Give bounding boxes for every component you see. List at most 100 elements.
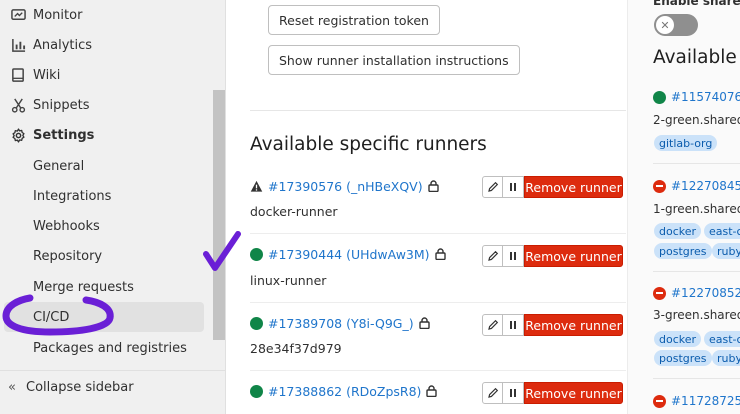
runner-tag: gitlab-org (654, 135, 718, 151)
online-status-icon (653, 90, 666, 104)
pause-runner-button[interactable] (503, 382, 524, 404)
pause-runner-button[interactable] (503, 176, 524, 198)
specific-runners-heading: Available specific runners (250, 134, 487, 155)
pencil-icon (487, 250, 498, 261)
sidebar-item-label: Packages and registries (33, 340, 187, 356)
lock-icon (434, 248, 446, 260)
sidebar-item-label: Monitor (33, 7, 83, 23)
sidebar-item-label: Analytics (33, 37, 93, 53)
sidebar-scrollbar[interactable] (213, 90, 225, 340)
collapse-sidebar-button[interactable]: « Collapse sidebar (0, 370, 226, 404)
row-divider (653, 163, 740, 164)
pause-icon (510, 321, 516, 329)
remove-runner-button[interactable]: Remove runner (524, 245, 623, 267)
runner-title: #17388862 (RDoZpsR8) (250, 382, 438, 400)
runner-description: linux-runner (250, 273, 327, 288)
edit-runner-button[interactable] (482, 314, 503, 336)
runner-description: 28e34f37d979 (250, 341, 342, 356)
shared-runner-id-link[interactable]: #12270852 ( (671, 286, 740, 300)
shared-runner-id-link[interactable]: #12270845 ( (671, 179, 740, 193)
sidebar-item-label: Settings (33, 127, 95, 143)
sidebar-item-label: General (33, 158, 85, 174)
pause-icon (510, 252, 516, 260)
runner-title: #17390576 (_nHBeXQV) (250, 177, 439, 195)
runner-tag: ruby (712, 243, 740, 259)
shared-runner-description: 3-green.shared. (653, 308, 740, 322)
show-runner-installation-instructions-button[interactable]: Show runner installation instructions (268, 45, 520, 75)
sidebar-item-general[interactable]: General (0, 151, 212, 181)
row-divider (653, 271, 740, 272)
shared-runner-id-link[interactable]: #11574076 ( (671, 90, 740, 104)
enable-shared-runners-label: Enable shared r (653, 0, 740, 8)
sidebar-item-merge-requests[interactable]: Merge requests (0, 272, 212, 302)
pencil-icon (487, 387, 498, 398)
shared-runner-title: #12270852 ( (653, 285, 740, 301)
sidebar-item-webhooks[interactable]: Webhooks (0, 211, 212, 241)
sidebar-item-ci-cd[interactable]: CI/CD (4, 302, 204, 332)
row-divider (250, 233, 626, 234)
paused-status-icon (653, 394, 666, 408)
gear-icon (10, 127, 26, 143)
sidebar-item-label: Merge requests (33, 279, 134, 295)
runner-description: docker-runner (250, 204, 338, 219)
collapse-sidebar-label: Collapse sidebar (26, 380, 134, 395)
lock-icon (418, 317, 430, 329)
shared-runner-description: 1-green.shared. (653, 202, 740, 216)
online-status-icon (250, 384, 263, 398)
sidebar-item-analytics[interactable]: Analytics (0, 30, 212, 60)
enable-shared-runners-toggle[interactable]: ✕ (654, 14, 698, 36)
row-divider (250, 370, 626, 371)
sidebar-item-integrations[interactable]: Integrations (0, 181, 212, 211)
shared-runner-id-link[interactable]: #11728725 ( (671, 394, 740, 408)
runner-tag: ruby (712, 350, 740, 366)
runner-actions: Remove runner (482, 245, 623, 267)
pause-icon (510, 183, 516, 191)
online-status-icon (250, 316, 263, 330)
runner-tag: docker (654, 223, 702, 239)
shared-runner-title: #11728725 ( (653, 393, 740, 409)
remove-runner-button[interactable]: Remove runner (524, 176, 623, 198)
chart-icon (10, 37, 26, 53)
edit-runner-button[interactable] (482, 176, 503, 198)
paused-status-icon (653, 179, 666, 193)
sidebar: Monitor Analytics Wiki Snippets Settings… (0, 0, 226, 414)
sidebar-item-settings[interactable]: Settings (0, 120, 212, 150)
runner-tag: east-c (704, 223, 740, 239)
runner-title: #17390444 (UHdwAw3M) (250, 245, 446, 263)
runner-actions: Remove runner (482, 382, 623, 404)
runner-id-link[interactable]: #17389708 (Y8i-Q9G_) (268, 316, 414, 331)
remove-runner-button[interactable]: Remove runner (524, 314, 623, 336)
row-divider (653, 378, 740, 379)
runner-actions: Remove runner (482, 314, 623, 336)
pause-icon (510, 389, 516, 397)
sidebar-item-snippets[interactable]: Snippets (0, 90, 212, 120)
row-divider (250, 302, 626, 303)
sidebar-item-packages-and-registries[interactable]: Packages and registries (0, 333, 212, 363)
scissors-icon (10, 97, 26, 113)
sidebar-item-label: Webhooks (33, 218, 100, 234)
shared-runner-description: 2-green.shared- (653, 113, 740, 127)
sidebar-item-monitor[interactable]: Monitor (0, 0, 212, 30)
remove-runner-button[interactable]: Remove runner (524, 382, 623, 404)
runner-title: #17389708 (Y8i-Q9G_) (250, 314, 430, 332)
sidebar-item-repository[interactable]: Repository (0, 241, 212, 271)
reset-registration-token-button[interactable]: Reset registration token (268, 5, 440, 35)
runner-tag: postgres (654, 350, 712, 366)
pencil-icon (487, 181, 498, 192)
online-status-icon (250, 247, 263, 261)
edit-runner-button[interactable] (482, 382, 503, 404)
runner-id-link[interactable]: #17388862 (RDoZpsR8) (268, 384, 421, 399)
shared-runner-title: #11574076 ( (653, 89, 740, 105)
runner-id-link[interactable]: #17390576 (_nHBeXQV) (268, 179, 423, 194)
sidebar-item-label: Snippets (33, 97, 90, 113)
runner-id-link[interactable]: #17390444 (UHdwAw3M) (268, 247, 430, 262)
pause-runner-button[interactable] (503, 245, 524, 267)
lock-icon (426, 385, 438, 397)
sidebar-item-label: CI/CD (33, 309, 70, 325)
shared-runners-heading: Available s (653, 47, 740, 68)
pause-runner-button[interactable] (503, 314, 524, 336)
runner-tag: postgres (654, 243, 712, 259)
edit-runner-button[interactable] (482, 245, 503, 267)
runner-actions: Remove runner (482, 176, 623, 198)
sidebar-item-wiki[interactable]: Wiki (0, 60, 212, 90)
